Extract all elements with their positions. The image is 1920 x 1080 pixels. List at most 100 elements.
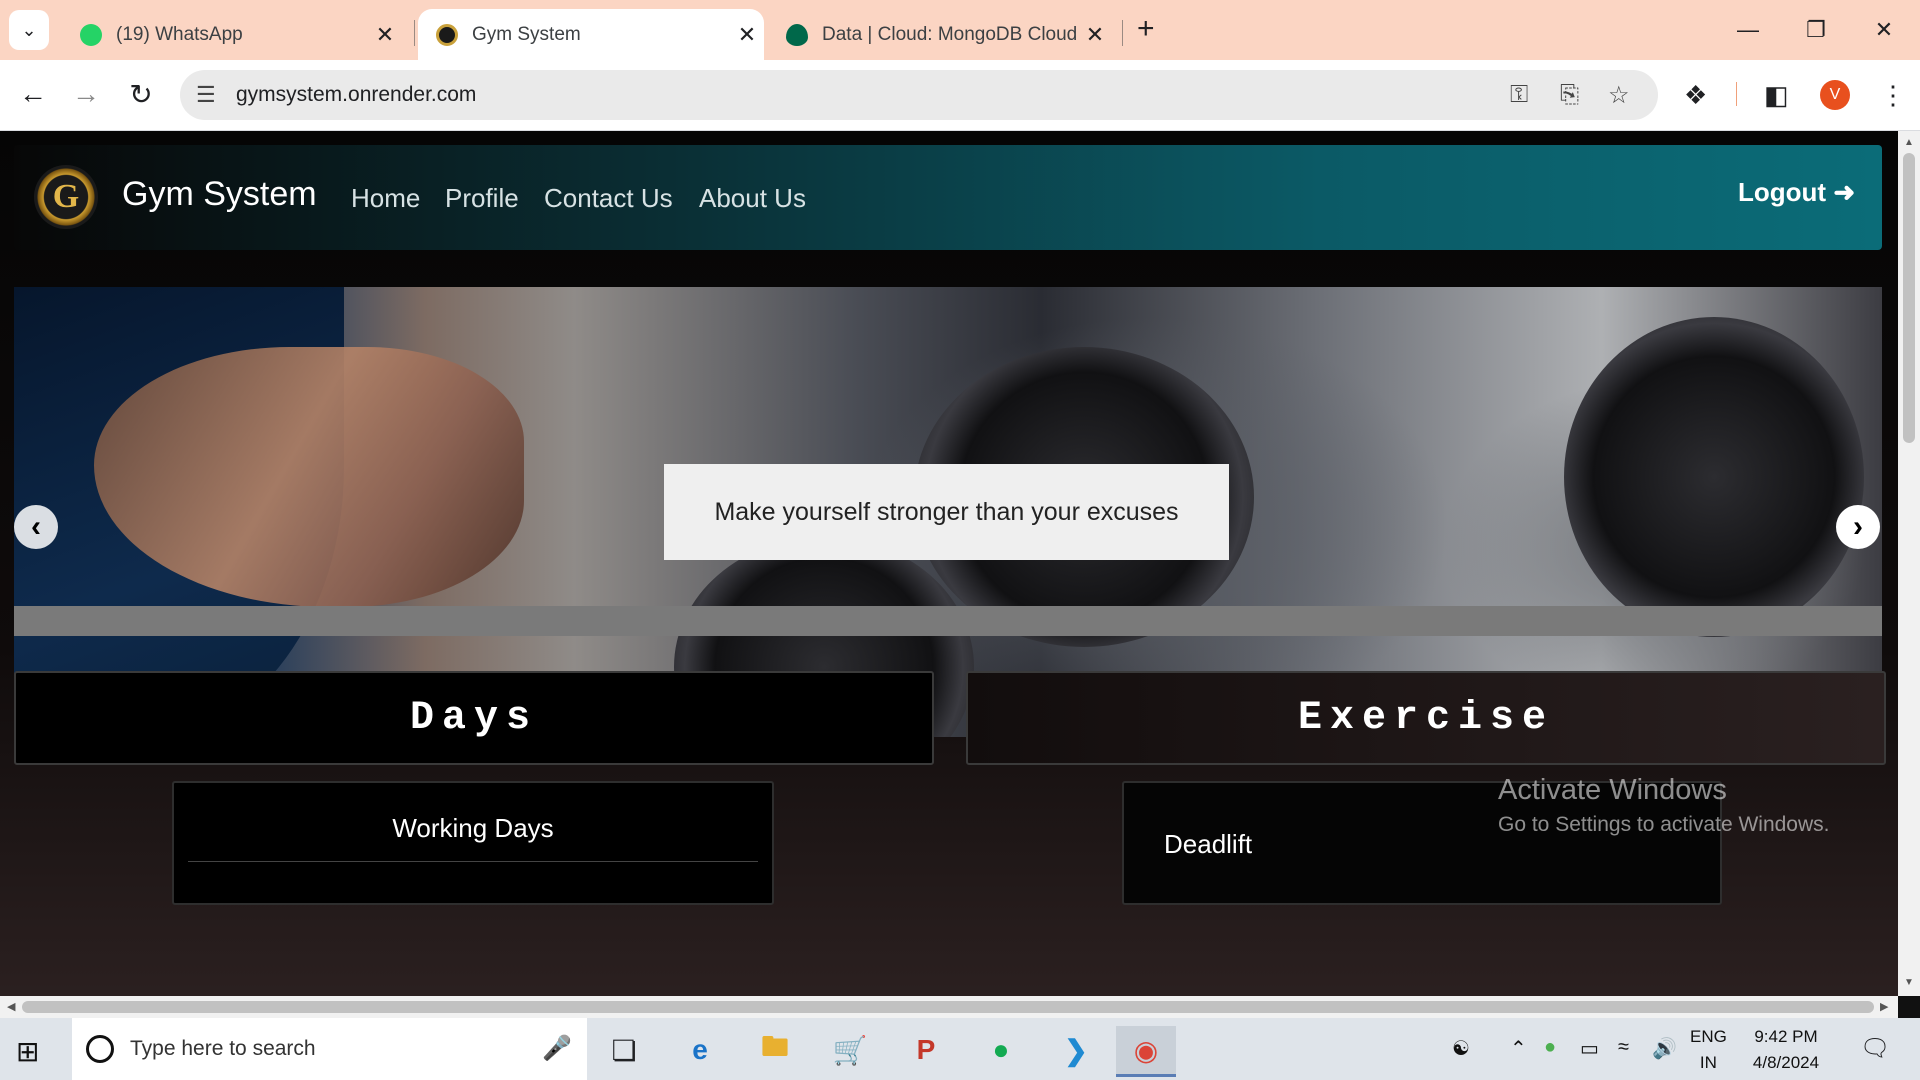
windows-taskbar: ⊞ Type here to search 🎤 ❏ e 🖿 🛒 P ● ❯ ◉ … bbox=[0, 1018, 1920, 1080]
microsoft-store-icon[interactable]: 🛒 bbox=[820, 1026, 880, 1074]
file-explorer-icon[interactable]: 🖿 bbox=[745, 1026, 805, 1074]
microphone-icon[interactable]: 🎤 bbox=[542, 1034, 572, 1063]
watermark-subtitle: Go to Settings to activate Windows. bbox=[1498, 813, 1830, 836]
carousel-prev-button[interactable]: ‹ bbox=[14, 505, 58, 549]
password-key-icon[interactable]: ⚿ bbox=[1510, 81, 1528, 109]
nav-home[interactable]: Home bbox=[351, 183, 420, 214]
extensions-icon[interactable]: ❖ bbox=[1684, 80, 1707, 111]
side-panel-icon[interactable]: ◧ bbox=[1764, 80, 1789, 111]
language-indicator[interactable]: ENG IN bbox=[1690, 1024, 1727, 1076]
gym-logo-icon bbox=[436, 23, 458, 46]
watermark-title: Activate Windows bbox=[1498, 774, 1727, 806]
url-text[interactable]: gymsystem.onrender.com bbox=[236, 83, 476, 107]
cortana-icon bbox=[86, 1035, 114, 1063]
install-app-icon[interactable]: ⎘ bbox=[1560, 81, 1579, 109]
mongodb-compass-icon[interactable]: ● bbox=[971, 1026, 1031, 1074]
windows-start-icon[interactable]: ⊞ bbox=[16, 1035, 39, 1068]
browser-toolbar: ← → ↻ ☰ gymsystem.onrender.com ⚿ ⎘ ☆ ❖ ◧… bbox=[0, 60, 1920, 131]
back-button[interactable]: ← bbox=[13, 74, 53, 114]
close-tab-icon[interactable]: ✕ bbox=[730, 22, 764, 48]
site-navbar: G Gym System Home Profile Contact Us Abo… bbox=[14, 145, 1882, 250]
taskbar-clock[interactable]: 9:42 PM 4/8/2024 bbox=[1748, 1024, 1824, 1076]
bookmark-star-icon[interactable]: ☆ bbox=[1608, 81, 1630, 110]
region-code: IN bbox=[1699, 1053, 1717, 1072]
logout-label: Logout bbox=[1738, 177, 1827, 207]
nav-about-us[interactable]: About Us bbox=[699, 183, 806, 214]
brand-name[interactable]: Gym System bbox=[122, 175, 317, 214]
carousel-caption: Make yourself stronger than your excuses bbox=[664, 464, 1229, 560]
chevron-left-icon: ‹ bbox=[31, 510, 41, 543]
forward-button[interactable]: → bbox=[66, 74, 106, 114]
toolbar-divider bbox=[1736, 82, 1737, 106]
address-bar[interactable]: ☰ gymsystem.onrender.com ⚿ ⎘ ☆ bbox=[180, 70, 1658, 120]
vertical-scrollbar[interactable]: ▲ ▼ bbox=[1898, 131, 1920, 996]
app-tray-icon[interactable]: ● bbox=[1544, 1036, 1556, 1059]
sign-out-icon: ➜ bbox=[1833, 177, 1856, 207]
tab-search-button[interactable]: ⌄ bbox=[9, 10, 49, 50]
profile-avatar[interactable]: V bbox=[1820, 80, 1850, 110]
hero-carousel: Make yourself stronger than your excuses… bbox=[14, 287, 1882, 737]
taskbar-search-placeholder: Type here to search bbox=[130, 1037, 316, 1060]
working-days-card: Working Days bbox=[172, 781, 774, 905]
exercise-header: Exercise bbox=[966, 671, 1886, 765]
notifications-icon[interactable]: 🗨 bbox=[1860, 1034, 1890, 1063]
close-tab-icon[interactable]: ✕ bbox=[368, 22, 402, 48]
powerpoint-icon[interactable]: P bbox=[896, 1026, 956, 1074]
carousel-indicator-bar[interactable] bbox=[14, 606, 1882, 636]
working-days-label: Working Days bbox=[392, 813, 554, 843]
scroll-right-arrow-icon[interactable]: ▶ bbox=[1880, 1000, 1888, 1013]
scroll-left-arrow-icon[interactable]: ◀ bbox=[7, 1000, 15, 1013]
show-hidden-icons-chevron-up-icon[interactable]: ⌃ bbox=[1510, 1036, 1527, 1061]
people-icon[interactable]: ☯ bbox=[1452, 1036, 1470, 1061]
scroll-down-arrow-icon[interactable]: ▼ bbox=[1904, 977, 1914, 988]
horizontal-scroll-thumb[interactable] bbox=[22, 1001, 1874, 1013]
clock-date: 4/8/2024 bbox=[1752, 1053, 1820, 1072]
tab-whatsapp[interactable]: (19) WhatsApp ✕ bbox=[62, 9, 402, 60]
language-code: ENG bbox=[1690, 1027, 1727, 1046]
tab-mongodb[interactable]: Data | Cloud: MongoDB Cloud ✕ bbox=[768, 9, 1112, 60]
chevron-right-icon: › bbox=[1853, 510, 1863, 543]
activate-windows-watermark: Activate Windows Go to Settings to activ… bbox=[1498, 774, 1830, 837]
horizontal-scrollbar[interactable]: ◀ ▶ bbox=[0, 996, 1898, 1018]
gym-logo[interactable]: G bbox=[34, 165, 98, 229]
reload-button[interactable]: ↻ bbox=[121, 74, 161, 114]
mongodb-leaf-icon bbox=[786, 23, 808, 46]
whatsapp-icon bbox=[80, 23, 102, 46]
chevron-down-icon: ⌄ bbox=[21, 19, 37, 40]
days-header: Days bbox=[14, 671, 934, 765]
vscode-icon[interactable]: ❯ bbox=[1046, 1026, 1106, 1074]
close-tab-icon[interactable]: ✕ bbox=[1078, 22, 1112, 48]
carousel-image-dumbbell bbox=[1564, 317, 1864, 637]
close-window-button[interactable]: ✕ bbox=[1856, 8, 1912, 52]
exercise-item-deadlift[interactable]: Deadlift bbox=[1164, 829, 1252, 860]
carousel-next-button[interactable]: › bbox=[1836, 505, 1880, 549]
exercise-title: Exercise bbox=[1297, 695, 1555, 741]
new-tab-button[interactable]: + bbox=[1137, 12, 1155, 46]
tab-title: Gym System bbox=[472, 23, 581, 45]
scroll-up-arrow-icon[interactable]: ▲ bbox=[1904, 137, 1914, 148]
tab-separator bbox=[414, 20, 415, 46]
nav-contact-us[interactable]: Contact Us bbox=[544, 183, 673, 214]
nav-profile[interactable]: Profile bbox=[445, 183, 519, 214]
volume-icon[interactable]: 🔊 bbox=[1652, 1036, 1677, 1061]
clock-time: 9:42 PM bbox=[1754, 1027, 1818, 1046]
wifi-icon[interactable]: ≈ bbox=[1618, 1036, 1629, 1059]
task-view-icon[interactable]: ❏ bbox=[594, 1026, 654, 1074]
card-divider bbox=[188, 861, 758, 862]
days-title: Days bbox=[409, 695, 538, 741]
chrome-icon[interactable]: ◉ bbox=[1116, 1026, 1176, 1077]
tab-title: (19) WhatsApp bbox=[116, 23, 243, 45]
browser-tab-bar: ⌄ (19) WhatsApp ✕ Gym System ✕ Data | Cl… bbox=[0, 0, 1920, 60]
tab-title: Data | Cloud: MongoDB Cloud bbox=[822, 23, 1078, 45]
site-info-icon[interactable]: ☰ bbox=[196, 82, 216, 108]
taskbar-search[interactable]: Type here to search 🎤 bbox=[72, 1018, 587, 1080]
tab-gym-system[interactable]: Gym System ✕ bbox=[418, 9, 764, 60]
restore-button[interactable]: ❐ bbox=[1788, 8, 1844, 52]
tab-separator bbox=[1122, 20, 1123, 46]
minimize-button[interactable]: — bbox=[1720, 8, 1776, 52]
vertical-scroll-thumb[interactable] bbox=[1903, 153, 1915, 443]
browser-menu-icon[interactable]: ⋮ bbox=[1880, 80, 1906, 111]
edge-icon[interactable]: e bbox=[670, 1026, 730, 1074]
logout-button[interactable]: Logout ➜ bbox=[1738, 177, 1855, 208]
battery-icon[interactable]: ▭ bbox=[1580, 1036, 1599, 1061]
